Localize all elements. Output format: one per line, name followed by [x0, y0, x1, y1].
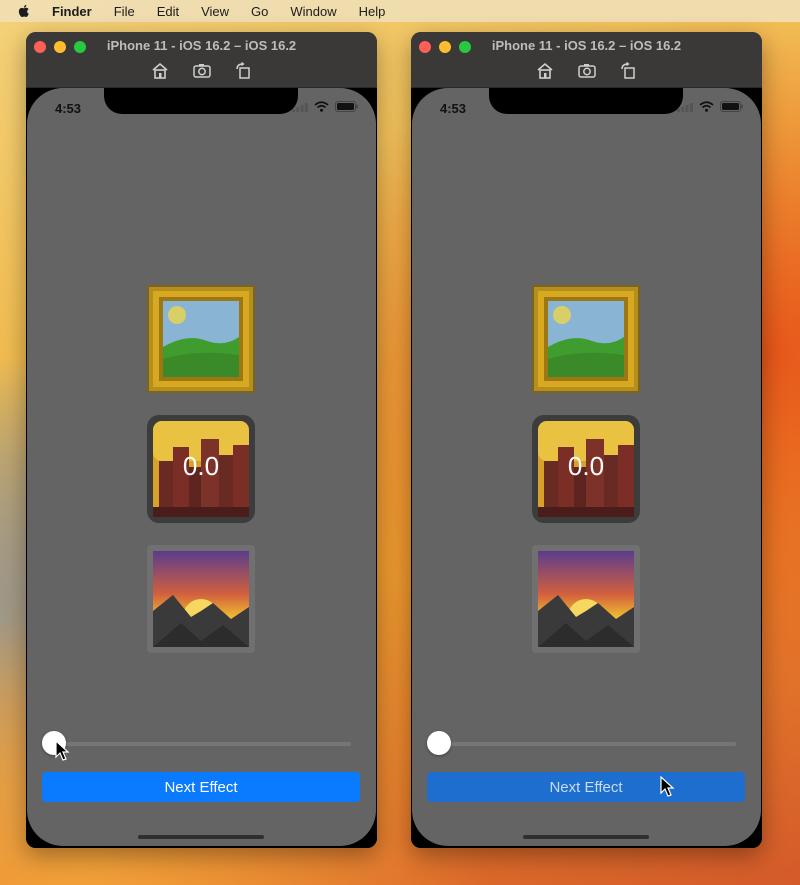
- slider-track[interactable]: [440, 742, 736, 746]
- window-titlebar[interactable]: iPhone 11 - iOS 16.2 – iOS 16.2: [411, 32, 762, 88]
- battery-icon: [335, 101, 358, 112]
- home-indicator[interactable]: [138, 835, 264, 839]
- counter-label: 0.0: [182, 451, 220, 481]
- home-indicator[interactable]: [523, 835, 649, 839]
- cityscape-tile: 0.0: [532, 415, 640, 523]
- mouse-cursor-icon: [660, 776, 675, 797]
- app-screen: 4:53 0.0 Next Effect: [412, 88, 761, 846]
- mouse-cursor-icon: [55, 740, 70, 761]
- device-frame: 4:53 0.0 Next Effect: [411, 88, 762, 848]
- menu-file[interactable]: File: [114, 4, 135, 19]
- cityscape-tile: 0.0: [147, 415, 255, 523]
- next-effect-label: Next Effect: [164, 778, 238, 796]
- device-notch: [489, 88, 683, 114]
- screenshot-icon[interactable]: [577, 62, 597, 80]
- next-effect-button[interactable]: Next Effect: [42, 772, 360, 802]
- menu-finder[interactable]: Finder: [52, 4, 92, 19]
- window-titlebar[interactable]: iPhone 11 - iOS 16.2 – iOS 16.2: [26, 32, 377, 88]
- apple-icon[interactable]: [16, 3, 32, 19]
- menu-edit[interactable]: Edit: [157, 4, 179, 19]
- battery-icon: [720, 101, 743, 112]
- status-time: 4:53: [55, 101, 82, 116]
- slider-thumb[interactable]: [427, 731, 451, 755]
- app-screen: 4:53 0.0 Next Effect: [27, 88, 376, 846]
- rotate-icon[interactable]: [619, 62, 639, 80]
- device-frame: 4:53 0.0 Next Effect: [26, 88, 377, 848]
- menu-view[interactable]: View: [201, 4, 229, 19]
- home-icon[interactable]: [150, 62, 170, 80]
- cellular-icon: [677, 102, 693, 112]
- framed-picture-emoji: [532, 285, 640, 393]
- status-icons: [677, 101, 743, 112]
- menu-go[interactable]: Go: [251, 4, 268, 19]
- sunset-emoji: [532, 545, 640, 653]
- simulator-window-right: iPhone 11 - iOS 16.2 – iOS 16.2 4:53 0.0…: [411, 32, 762, 848]
- cellular-icon: [292, 102, 308, 112]
- next-effect-button[interactable]: Next Effect: [427, 772, 745, 802]
- menu-help[interactable]: Help: [359, 4, 386, 19]
- window-title: iPhone 11 - iOS 16.2 – iOS 16.2: [106, 38, 297, 53]
- simulator-window-left: iPhone 11 - iOS 16.2 – iOS 16.2 4:53 0.0…: [26, 32, 377, 848]
- menu-window[interactable]: Window: [290, 4, 336, 19]
- sunset-emoji: [147, 545, 255, 653]
- screenshot-icon[interactable]: [192, 62, 212, 80]
- framed-picture-emoji: [147, 285, 255, 393]
- status-time: 4:53: [440, 101, 467, 116]
- menu-bar: Finder File Edit View Go Window Help: [0, 0, 800, 22]
- wifi-icon: [699, 101, 714, 112]
- counter-label: 0.0: [567, 451, 605, 481]
- slider-track[interactable]: [55, 742, 351, 746]
- status-icons: [292, 101, 358, 112]
- rotate-icon[interactable]: [234, 62, 254, 80]
- next-effect-label: Next Effect: [549, 778, 623, 796]
- window-title: iPhone 11 - iOS 16.2 – iOS 16.2: [491, 38, 682, 53]
- wifi-icon: [314, 101, 329, 112]
- device-notch: [104, 88, 298, 114]
- home-icon[interactable]: [535, 62, 555, 80]
